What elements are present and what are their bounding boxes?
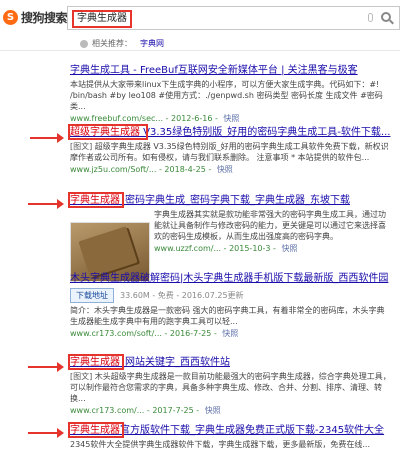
related-recommend: 相关推荐： 字典网 <box>80 38 164 49</box>
snippet-text: 超级字典生成器 V3.35绿色特别版_好用的密码字典生成工具软件免费下载，新权识… <box>70 142 389 162</box>
result-snippet: 本站提供从大家带来linux下生成字典的小程序，可以方便大家生成字典。代码如下：… <box>70 80 383 111</box>
sogou-logo[interactable]: S 搜狗搜索 <box>3 9 68 26</box>
url-text[interactable]: www.jz5u.com/Soft/... - 2018-4-25 - <box>70 165 214 174</box>
result-title[interactable]: 字典生成工具 - FreeBuf互联网安全新媒体平台 | 关注黑客与极客 <box>70 64 392 77</box>
red-arrow <box>30 133 64 143</box>
download-meta: 33.60M - 免费 - 2016.07.25更新 <box>120 291 244 300</box>
result-snippet: 2345软件大全提供字典生成器软件下载，字典生成器下载，更多最新版，免费在线..… <box>70 440 370 449</box>
red-arrow <box>28 199 64 209</box>
highlight-box <box>68 124 148 140</box>
related-label: 相关推荐： <box>92 39 132 48</box>
url-text[interactable]: www.freebuf.com/sec... - 2012-6-16 - <box>70 114 220 123</box>
url-text[interactable]: www.cr173.com/soft/... - 2016-7-25 - <box>70 329 219 338</box>
result-url: www.uzzf.com/... - 2015-10-3 - 快照 <box>154 243 392 254</box>
title-rest: _密码字典生成_密码字典下载_字典生成器_东坡下载 <box>120 195 350 206</box>
result-snippet: 简介：木头字典生成器是一款密码 强大的密码字典工具，有着非常全的密码库，木头字典… <box>70 306 385 326</box>
result-url: www.jz5u.com/Soft/... - 2018-4-25 - 快照 <box>70 164 392 175</box>
result-snippet: 字典生成器其实就是款功能非常强大的密码字典生成工具，通过功能就让具备制作与修改密… <box>154 210 386 241</box>
result-item: 木头字典生成器破解密码|木头字典生成器手机版下载最新版_西西软件园 下载地址 3… <box>70 272 392 339</box>
snapshot-link[interactable]: 快照 <box>222 329 238 338</box>
title-rest: _网站关键字_西西软件站 <box>120 357 230 368</box>
info-icon <box>80 39 88 48</box>
image-tag: [图文] <box>70 142 93 151</box>
title-rest: V3.35绿色特别版_好用的密码字典生成工具-软件下载... <box>140 127 391 138</box>
result-url: www.cr173.com/soft/... - 2016-7-25 - 快照 <box>70 328 392 339</box>
top-bar: S 搜狗搜索 字典生成器 <box>0 0 400 34</box>
download-button[interactable]: 下载地址 <box>70 288 114 303</box>
highlight-box <box>68 354 124 370</box>
logo-mark: S <box>3 10 18 25</box>
url-text[interactable]: www.cr173.com/... - 2017-7-25 - <box>70 406 202 415</box>
result-url: www.freebuf.com/sec... - 2012-6-16 - 快照 <box>70 113 392 124</box>
related-link[interactable]: 字典网 <box>140 38 164 49</box>
highlight-box <box>68 192 124 208</box>
snapshot-link[interactable]: 快照 <box>205 406 221 415</box>
result-snippet: [图文] 木头超级字典生成器是一款目前功能最强大的密码字典生成器，综合字典处理工… <box>70 371 392 404</box>
title-rest: 官方版软件下载_字典生成器免费正式版下载-2345软件大全 <box>120 425 385 436</box>
search-icon[interactable] <box>381 12 391 22</box>
download-row: 下载地址 33.60M - 免费 - 2016.07.25更新 <box>70 288 392 303</box>
result-url: www.cr173.com/... - 2017-7-25 - 快照 <box>70 405 392 416</box>
search-query[interactable]: 字典生成器 <box>72 10 132 28</box>
snapshot-link[interactable]: 快照 <box>217 165 233 174</box>
image-tag: [图文] <box>70 372 93 381</box>
result-snippet: [图文] 超级字典生成器 V3.35绿色特别版_好用的密码字典生成工具软件免费下… <box>70 141 392 163</box>
search-input[interactable]: 字典生成器 <box>67 6 400 30</box>
book-image <box>78 226 138 278</box>
snippet-text: 木头超级字典生成器是一款目前功能最强大的密码字典生成器，综合字典处理工具，可以制… <box>70 372 391 403</box>
result-item: 字典生成工具 - FreeBuf互联网安全新媒体平台 | 关注黑客与极客 本站提… <box>70 64 392 124</box>
divider <box>0 50 400 51</box>
red-arrow <box>28 428 64 438</box>
highlight-box <box>68 422 124 438</box>
result-title[interactable]: 木头字典生成器破解密码|木头字典生成器手机版下载最新版_西西软件园 <box>70 272 392 285</box>
microphone-icon[interactable] <box>368 13 373 22</box>
snapshot-link[interactable]: 快照 <box>281 244 297 253</box>
snapshot-link[interactable]: 快照 <box>223 114 239 123</box>
logo-text: 搜狗搜索 <box>21 11 68 25</box>
red-arrow <box>28 362 64 372</box>
url-text[interactable]: www.uzzf.com/... - 2015-10-3 - <box>154 244 278 253</box>
